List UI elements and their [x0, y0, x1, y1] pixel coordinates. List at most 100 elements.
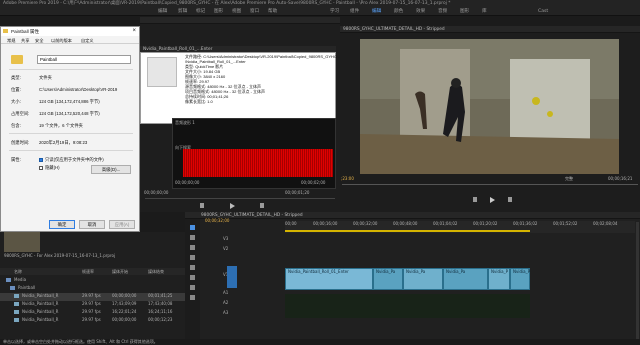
tools-bar [185, 219, 200, 345]
size-value: 124 GB (134,172,474,886 字节) [39, 99, 100, 104]
size-on-disk-label: 占用空间: [11, 111, 30, 116]
play-icon[interactable] [230, 203, 235, 209]
table-row[interactable]: Nvidia_Paintball_R 29.97 fps 00;00;00;00… [0, 317, 185, 325]
timeline-clip[interactable]: Nvidia_Pa [373, 268, 403, 290]
program-scrubber[interactable] [342, 184, 638, 185]
step-back-icon[interactable] [200, 203, 204, 208]
timeline-ruler[interactable]: 00;00 00;00;16;00 00;00;32;00 00;00;48;0… [285, 221, 635, 233]
workspace-assembly[interactable]: 组件 [350, 7, 359, 16]
table-row[interactable]: Nvidia_Paintball_R 29.97 fps 00;00;00;00… [0, 293, 185, 301]
timeline-clip[interactable]: Nvidia_P [488, 268, 510, 290]
track-label-v3[interactable]: V3 [223, 236, 228, 241]
hand-icon[interactable] [190, 285, 195, 290]
col-name[interactable]: 名称 [14, 269, 22, 274]
ripple-edit-icon[interactable] [190, 245, 195, 250]
track-label-a3[interactable]: A3 [223, 310, 228, 315]
track-headers: V3 V2 V1 A1 A2 A3 [201, 234, 285, 345]
advanced-button[interactable]: 高级(D)... [91, 165, 131, 174]
location-value: C:\Users\Administrator\Desktop\VR-2019 [39, 87, 118, 92]
workspace-audio[interactable]: 音频 [438, 7, 447, 16]
ok-button[interactable]: 确定 [49, 220, 75, 229]
pen-icon[interactable] [190, 275, 195, 280]
menu-item-graphics[interactable]: 图形 [214, 7, 223, 16]
col-end[interactable]: 媒体结束 [148, 269, 164, 274]
menu-item-window[interactable]: 窗口 [250, 7, 259, 16]
type-value: 文件夹 [39, 75, 52, 80]
clip-info-box: 文件路径: C:\Users\Administrator\Desktop\VR-… [140, 52, 355, 124]
dialog-title: Paintball 属性 × [1, 27, 139, 36]
go-to-in-icon[interactable] [473, 197, 477, 202]
v1-clip-track: Nvidia_Paintball_Roll_01_Enter Nvidia_Pa… [285, 268, 530, 290]
tab-security[interactable]: 安全 [35, 37, 43, 44]
close-icon[interactable]: × [132, 27, 136, 36]
play-icon[interactable] [490, 197, 495, 203]
created-value: 2020年2月19日，9:08:23 [39, 140, 88, 145]
zoom-level[interactable]: 完整 [565, 176, 573, 181]
tab-customize[interactable]: 自定义 [81, 37, 94, 44]
timeline-clip[interactable]: Nvidia_P [510, 268, 530, 290]
readonly-checkbox[interactable] [39, 158, 43, 162]
audio-waveform [183, 149, 333, 177]
status-bar: 单击以选择，或单击空白处并拖动以进行框选。使用 Shift、Alt 和 Ctrl… [0, 339, 640, 345]
track-label-a2[interactable]: A2 [223, 300, 228, 305]
timeline-tab[interactable]: 9800RS_GYHC_ULTIMATE_DETAIL_HD - Strippe… [185, 212, 640, 219]
workspace-editing[interactable]: 编辑 [372, 7, 381, 16]
col-fps[interactable]: 帧速率 [82, 269, 94, 274]
source-scrubber[interactable] [145, 198, 335, 199]
workspace-effects[interactable]: 效果 [416, 7, 425, 16]
go-to-out-icon[interactable] [508, 197, 512, 202]
menu-item-clip[interactable]: 剪辑 [178, 7, 187, 16]
track-select-icon[interactable] [190, 235, 195, 240]
cancel-button[interactable]: 取消 [79, 220, 105, 229]
menu-item-marker[interactable]: 标记 [196, 7, 205, 16]
ruler-tick: 00;02;08;04 [593, 221, 618, 226]
timeline-clip[interactable]: Nvidia_Pa [443, 268, 488, 290]
workspace-cast[interactable]: Cast [538, 7, 548, 16]
apply-button[interactable]: 应用(A) [109, 220, 135, 229]
work-area-bar[interactable] [285, 230, 530, 232]
folder-icon [11, 55, 23, 64]
type-icon[interactable] [190, 295, 195, 300]
v1-source-patch[interactable] [227, 266, 237, 288]
slip-icon[interactable] [190, 265, 195, 270]
col-start[interactable]: 媒体开始 [112, 269, 128, 274]
program-timecode[interactable]: ;23:00 [341, 176, 354, 181]
timeline-clip[interactable]: Nvidia_Pa [403, 268, 443, 290]
folder-name-input[interactable] [37, 55, 131, 64]
file-thumbnail [147, 57, 177, 87]
hidden-checkbox[interactable] [39, 166, 43, 170]
track-label-v2[interactable]: V2 [223, 246, 228, 251]
ruler-tick: 00;00 [285, 221, 297, 226]
workspace-color[interactable]: 颜色 [394, 7, 403, 16]
workspace-graphics[interactable]: 图形 [460, 7, 469, 16]
workspace-learn[interactable]: 学习 [330, 7, 339, 16]
tab-general[interactable]: 常规 [7, 37, 15, 44]
timeline-scrollbar[interactable] [636, 222, 639, 342]
menu-item-edit[interactable]: 编辑 [158, 7, 167, 16]
selection-tool-icon[interactable] [190, 225, 195, 230]
timeline-clip[interactable]: Nvidia_Paintball_Roll_01_Enter [285, 268, 373, 290]
folder-properties-dialog: Paintball 属性 × 常规 共享 安全 以前的版本 自定义 类型: 文件… [0, 26, 140, 232]
type-label: 类型: [11, 75, 21, 80]
status-text: 单击以选择，或单击空白处并拖动以进行框选。使用 Shift、Alt 和 Ctrl… [3, 339, 158, 344]
timeline-timecode[interactable]: 00;00;32;00 [205, 218, 229, 223]
created-label: 创建时间: [11, 140, 30, 145]
table-row[interactable]: Nvidia_Paintball_R 29.97 fps 17;43;09;09… [0, 301, 185, 309]
ruler-tick: 00;01;36;02 [513, 221, 538, 226]
workspace-libraries[interactable]: 库 [482, 7, 487, 16]
table-row[interactable]: Paintball [0, 285, 185, 293]
ruler-tick: 00;01;20;02 [473, 221, 498, 226]
tab-previous-versions[interactable]: 以前的版本 [51, 37, 72, 44]
razor-icon[interactable] [190, 255, 195, 260]
step-forward-icon[interactable] [260, 203, 264, 208]
audio-waveform-panel: 音频波形 1 向下搜索 00;00;00;00 00;00;02;00 [172, 118, 336, 189]
clip-icon [14, 294, 19, 298]
dialog-tabs: 常规 共享 安全 以前的版本 自定义 [1, 36, 139, 44]
tab-sharing[interactable]: 共享 [21, 37, 29, 44]
program-tab[interactable]: 9800RS_GYHC_ULTIMATE_DETAIL_HD - Strippe… [340, 26, 640, 33]
table-row[interactable]: Nvidia_Paintball_R 29.97 fps 16;22;01;24… [0, 309, 185, 317]
menu-item-help[interactable]: 帮助 [268, 7, 277, 16]
menu-item-view[interactable]: 视图 [232, 7, 241, 16]
track-label-a1[interactable]: A1 [223, 290, 228, 295]
table-row[interactable]: Media [0, 277, 185, 285]
